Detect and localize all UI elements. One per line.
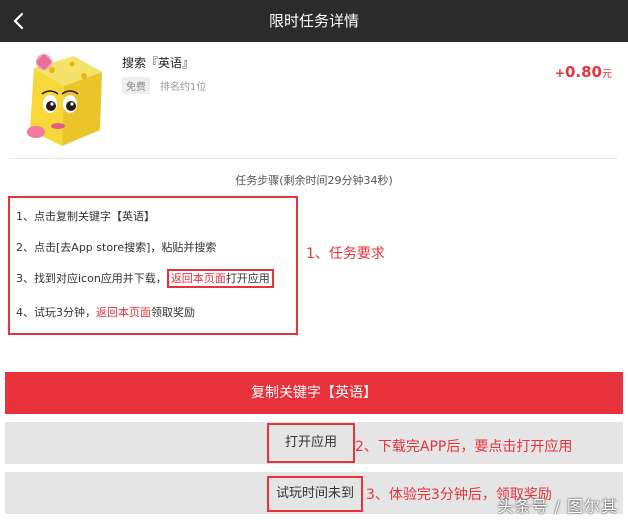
page: 限时任务详情 搜索『英语』 免费 排名约1位 +0.80元 任务步骤(剩余时间2… <box>0 0 628 523</box>
steps-highlight-box: 1、点击复制关键字【英语】 2、点击[去App store搜索]，粘贴并搜索 3… <box>8 196 298 335</box>
reward-value: 0.80 <box>564 63 602 81</box>
rank-text: 排名约1位 <box>160 82 207 93</box>
copy-keyword-button[interactable]: 复制关键字【英语】 <box>5 372 623 414</box>
app-name: 搜索『英语』 <box>122 56 195 70</box>
step-2: 2、点击[去App store搜索]，粘贴并搜索 <box>16 241 217 254</box>
app-logo-icon <box>27 54 102 146</box>
step-3-suffix: 打开应用 <box>225 272 270 285</box>
step-3-prefix: 3、找到对应icon应用并下载， <box>16 272 167 285</box>
watermark: 头条号 / 图尔其 <box>497 497 618 516</box>
step-3-highlight: 返回本页面 <box>170 272 226 285</box>
annotation-2: 2、下载完APP后，要点击打开应用 <box>355 439 573 455</box>
step-1: 1、点击复制关键字【英语】 <box>16 210 155 223</box>
step-4: 4、试玩3分钟，返回本页面领取奖励 <box>16 304 195 320</box>
step-4-prefix: 4、试玩3分钟， <box>16 306 96 319</box>
step-4-suffix: 领取奖励 <box>151 306 195 319</box>
open-app-label: 打开应用 <box>267 423 355 463</box>
app-card: 搜索『英语』 免费 排名约1位 +0.80元 <box>0 42 628 157</box>
divider <box>10 158 618 159</box>
annotation-1: 1、任务要求 <box>306 246 385 262</box>
free-badge: 免费 <box>122 77 150 94</box>
step-3-box: 返回本页面打开应用 <box>166 269 274 288</box>
steps-title: 任务步骤(剩余时间29分钟34秒) <box>235 174 393 187</box>
reward-sign: + <box>554 66 565 80</box>
navbar: 限时任务详情 <box>0 0 628 42</box>
reward-unit: 元 <box>602 69 612 80</box>
step-4-highlight: 返回本页面 <box>96 306 151 319</box>
trial-time-label: 试玩时间未到 <box>267 476 363 512</box>
reward-amount: +0.80元 <box>555 62 612 81</box>
page-title: 限时任务详情 <box>268 12 359 30</box>
step-3: 3、找到对应icon应用并下载， 返回本页面打开应用 <box>16 269 274 288</box>
